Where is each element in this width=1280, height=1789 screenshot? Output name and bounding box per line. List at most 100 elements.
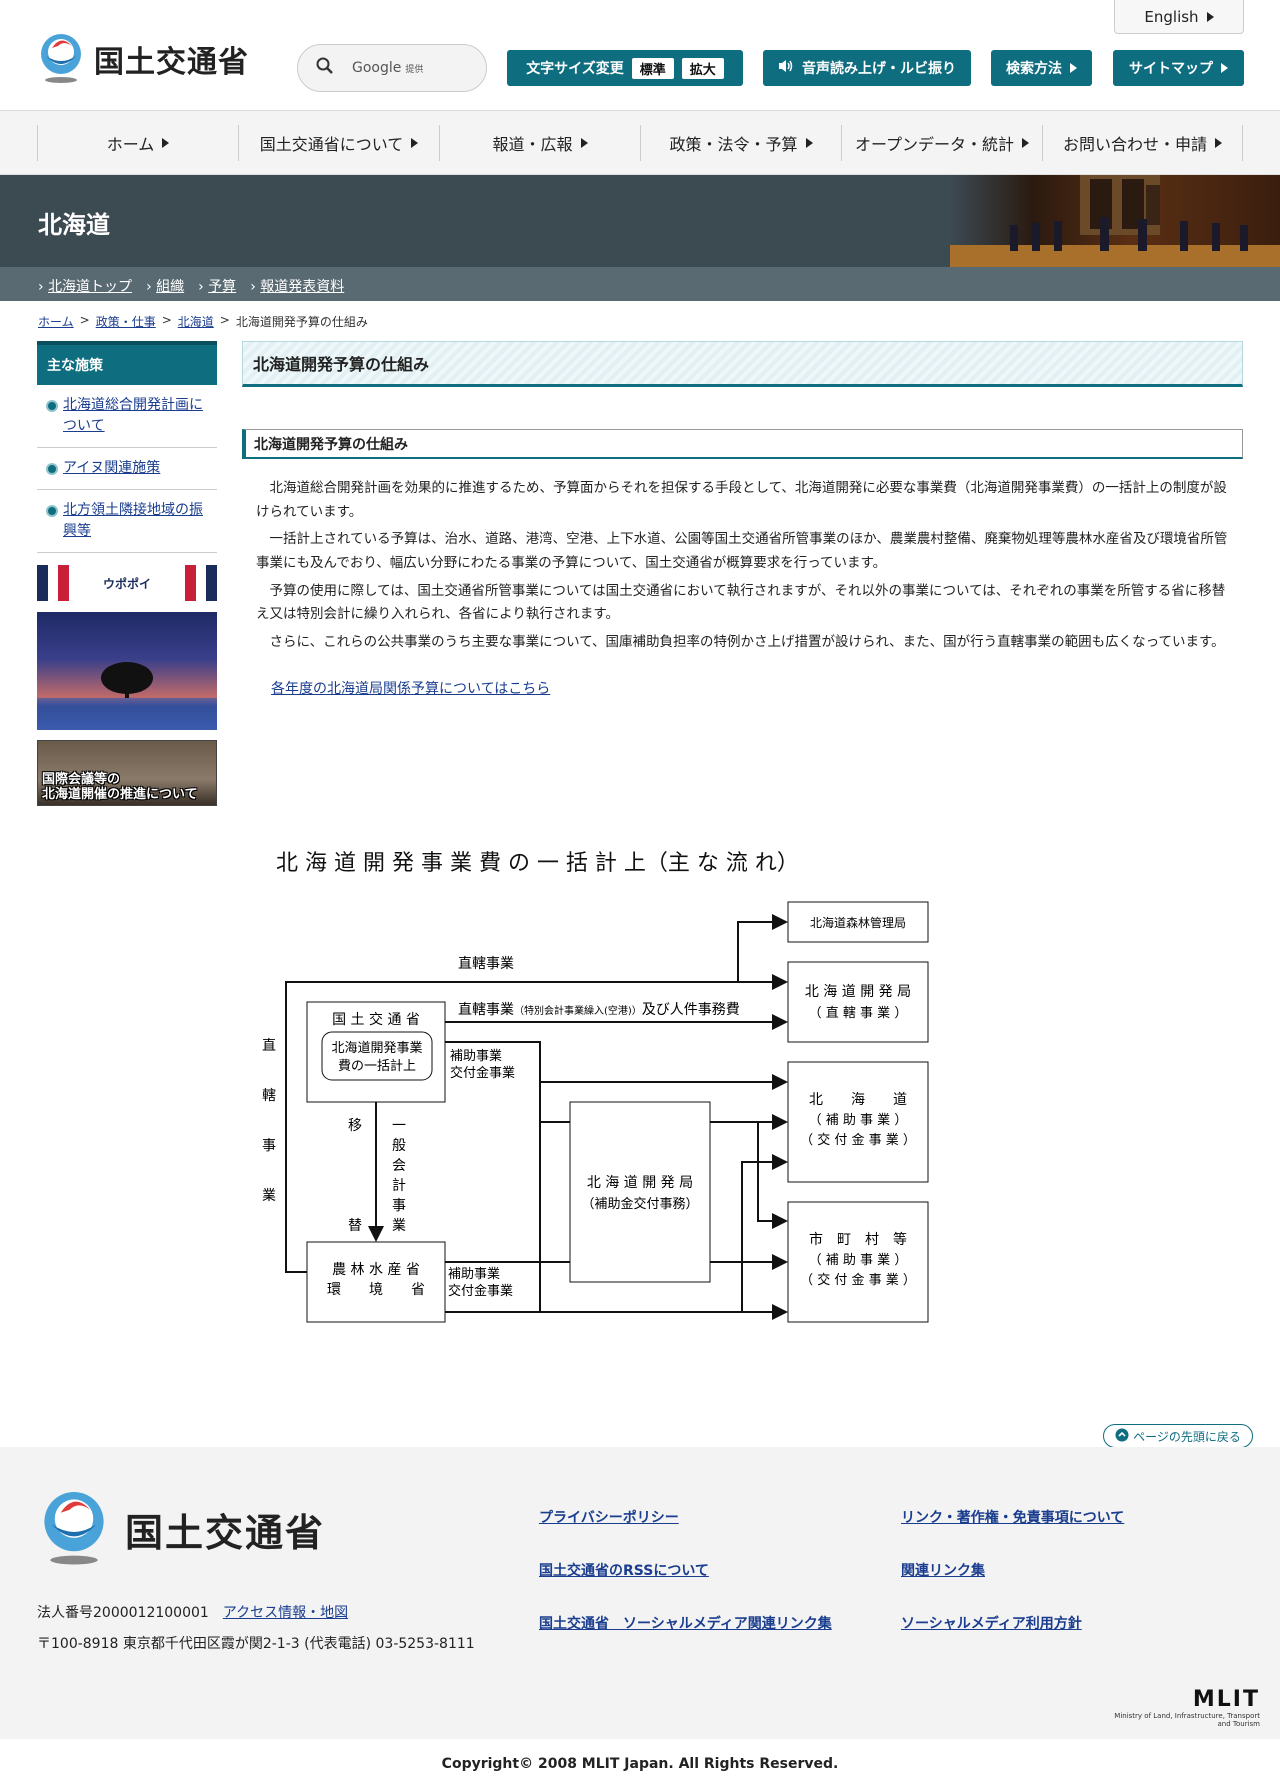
page-title: 北海道開発予算の仕組み bbox=[242, 341, 1243, 387]
arrow-right-icon bbox=[1215, 138, 1222, 148]
privacy-policy-link[interactable]: プライバシーポリシー bbox=[539, 1507, 901, 1527]
paragraph: 北海道総合開発計画を効果的に推進するため、予算面からそれを担保する手段として、北… bbox=[256, 480, 1227, 520]
label-subsidy: 補助事業 bbox=[448, 1266, 500, 1282]
diagram-title: 北 海 道 開 発 事 業 費 の 一 括 計 上（主 な 流 れ） bbox=[276, 851, 799, 876]
conference-banner-text: 国際会議等の 北海道開催の推進について bbox=[42, 772, 198, 803]
breadcrumb-separator: > bbox=[161, 313, 172, 327]
label-vertical: 業 bbox=[262, 1188, 276, 1204]
corp-number: 法人番号2000012100001 bbox=[37, 1605, 209, 1621]
section-banner: 北海道 bbox=[0, 175, 1280, 267]
gnav-item-policy[interactable]: 政策・法令・予算 bbox=[640, 125, 841, 161]
font-size-control: 文字サイズ変更 標準 拡大 bbox=[507, 50, 743, 86]
mlit-logo-icon bbox=[36, 32, 86, 86]
subnav-item-budget[interactable]: › 予算 bbox=[198, 276, 236, 296]
address: 〒100-8918 東京都千代田区霞が関2-1-3 (代表電話) 03-5253… bbox=[37, 1636, 475, 1652]
sidebar-item-northern-territories[interactable]: 北方領土隣接地域の振興等 bbox=[37, 490, 217, 553]
arrow-right-icon bbox=[805, 138, 813, 148]
site-footer: 国土交通省 法人番号2000012100001 アクセス情報・地図 〒100-8… bbox=[0, 1447, 1280, 1739]
box-text: 北 海 道 開 発 局 bbox=[587, 1175, 693, 1191]
annual-budget-link[interactable]: 各年度の北海道局関係予算についてはこちら bbox=[271, 681, 550, 697]
label-vertical: 般 bbox=[392, 1138, 406, 1154]
box-text: 市 町 村 等 bbox=[809, 1231, 907, 1248]
box-text: （ 交 付 金 事 業 ） bbox=[800, 1132, 916, 1148]
site-logo[interactable]: 国土交通省 bbox=[36, 32, 249, 86]
gnav-label: 国土交通省について bbox=[259, 135, 404, 154]
box-text: 農 林 水 産 省 bbox=[332, 1262, 420, 1278]
social-media-policy-link[interactable]: ソーシャルメディア利用方針 bbox=[901, 1613, 1229, 1633]
upopoy-banner[interactable]: ウポポイ bbox=[37, 565, 217, 601]
footer-logo[interactable]: 国土交通省 bbox=[37, 1487, 325, 1571]
label-vertical: 直 bbox=[262, 1037, 276, 1054]
arrow-right-icon bbox=[411, 138, 419, 148]
paragraph: 予算の使用に際しては、国土交通省所管事業については国土交通省において執行されます… bbox=[256, 582, 1226, 623]
gnav-item-about[interactable]: 国土交通省について bbox=[238, 125, 439, 161]
site-name: 国土交通省 bbox=[94, 45, 249, 80]
rss-link[interactable]: 国土交通省のRSSについて bbox=[539, 1560, 901, 1580]
english-button[interactable]: English bbox=[1114, 0, 1244, 34]
upopoy-label: ウポポイ bbox=[102, 576, 151, 591]
label-direct-special: 直轄事業（特別会計事業繰入(空港)）及び人件事務費 bbox=[458, 1001, 740, 1018]
label-direct: 直轄事業 bbox=[458, 955, 514, 972]
access-link[interactable]: アクセス情報・地図 bbox=[223, 1602, 348, 1622]
speaker-icon bbox=[778, 59, 794, 77]
label-vertical: 事 bbox=[392, 1198, 406, 1214]
gnav-item-contact[interactable]: お問い合わせ・申請 bbox=[1042, 125, 1243, 161]
breadcrumb-policy[interactable]: 政策・仕事 bbox=[96, 313, 156, 330]
footer-links: プライバシーポリシー リンク・著作権・免責事項について 国土交通省のRSSについ… bbox=[539, 1507, 1229, 1633]
related-links-link[interactable]: 関連リンク集 bbox=[901, 1560, 1229, 1580]
gnav-label: ホーム bbox=[106, 135, 155, 154]
gnav-label: お問い合わせ・申請 bbox=[1062, 135, 1207, 154]
arrow-right-icon bbox=[162, 138, 170, 148]
sitemap-label: サイトマップ bbox=[1129, 61, 1213, 77]
page-top-button[interactable]: ページの先頭に戻る bbox=[1103, 1424, 1253, 1448]
breadcrumb-current: 北海道開発予算の仕組み bbox=[235, 315, 368, 329]
sidebar: 主な施策 北海道総合開発計画について アイヌ関連施策 北方領土隣接地域の振興等 … bbox=[37, 341, 217, 806]
sidebar-link[interactable]: アイヌ関連施策 bbox=[63, 460, 160, 476]
gnav-item-opendata[interactable]: オープンデータ・統計 bbox=[841, 125, 1042, 161]
search-icon bbox=[316, 57, 334, 79]
arrow-right-icon bbox=[1221, 63, 1228, 73]
subnav-item-press[interactable]: › 報道発表資料 bbox=[250, 276, 344, 296]
label-subsidy: 補助事業 bbox=[450, 1048, 502, 1064]
breadcrumb-hokkaido[interactable]: 北海道 bbox=[178, 313, 214, 330]
section-subnav: › 北海道トップ › 組織 › 予算 › 報道発表資料 bbox=[0, 267, 1280, 301]
hokkaido-tree-banner[interactable] bbox=[37, 612, 217, 730]
box-text: （ 交 付 金 事 業 ） bbox=[800, 1272, 916, 1288]
mlit-wordmark: MLIT Ministry of Land, Infrastructure, T… bbox=[1100, 1687, 1260, 1728]
box-text: 北 海 道 bbox=[809, 1092, 907, 1108]
copyright: Copyright© 2008 MLIT Japan. All Rights R… bbox=[0, 1739, 1280, 1789]
label-vertical: 会 bbox=[392, 1158, 406, 1174]
font-size-standard-button[interactable]: 標準 bbox=[631, 57, 674, 79]
search-method-label: 検索方法 bbox=[1006, 61, 1062, 77]
sidebar-item-plan[interactable]: 北海道総合開発計画について bbox=[37, 385, 217, 448]
box-text: （補助金交付事務） bbox=[581, 1196, 698, 1212]
sidebar-link[interactable]: 北方領土隣接地域の振興等 bbox=[63, 502, 203, 539]
label-grant: 交付金事業 bbox=[448, 1283, 513, 1299]
page-top-label: ページの先頭に戻る bbox=[1133, 1429, 1241, 1444]
sitemap-button[interactable]: サイトマップ bbox=[1113, 50, 1244, 86]
arrow-right-icon bbox=[1206, 11, 1214, 22]
subnav-item-organization[interactable]: › 組織 bbox=[146, 276, 184, 296]
search-method-button[interactable]: 検索方法 bbox=[991, 50, 1092, 86]
corp-info: 法人番号2000012100001 アクセス情報・地図 bbox=[37, 1602, 348, 1622]
gnav-item-home[interactable]: ホーム bbox=[37, 125, 238, 161]
arrow-right-icon bbox=[1070, 63, 1077, 73]
gnav-item-press[interactable]: 報道・広報 bbox=[439, 125, 640, 161]
box-text: 国 土 交 通 省 bbox=[332, 1011, 420, 1028]
label-vertical: 計 bbox=[392, 1178, 406, 1194]
gnav-label: 報道・広報 bbox=[492, 135, 573, 154]
sidebar-link[interactable]: 北海道総合開発計画について bbox=[63, 397, 203, 434]
box-text: 北 海 道 開 発 局 bbox=[805, 984, 911, 1000]
budget-flow-diagram: 北 海 道 開 発 事 業 費 の 一 括 計 上（主 な 流 れ） 北海道森林… bbox=[262, 851, 929, 1323]
font-size-large-button[interactable]: 拡大 bbox=[681, 57, 724, 79]
sidebar-item-ainu[interactable]: アイヌ関連施策 bbox=[37, 448, 217, 490]
subnav-item-top[interactable]: › 北海道トップ bbox=[38, 276, 132, 296]
social-media-links-link[interactable]: 国土交通省 ソーシャルメディア関連リンク集 bbox=[539, 1613, 901, 1633]
bullet-icon bbox=[46, 463, 58, 475]
international-conference-banner[interactable]: 国際会議等の 北海道開催の推進について bbox=[37, 740, 217, 806]
breadcrumb-home[interactable]: ホーム bbox=[38, 313, 74, 330]
mlit-subtitle: Ministry of Land, Infrastructure, Transp… bbox=[1114, 1712, 1260, 1728]
read-aloud-button[interactable]: 音声読み上げ・ルビ振り bbox=[763, 50, 971, 86]
search-input[interactable]: Google 提供 bbox=[297, 44, 487, 92]
copyright-link[interactable]: リンク・著作権・免責事項について bbox=[901, 1507, 1229, 1527]
